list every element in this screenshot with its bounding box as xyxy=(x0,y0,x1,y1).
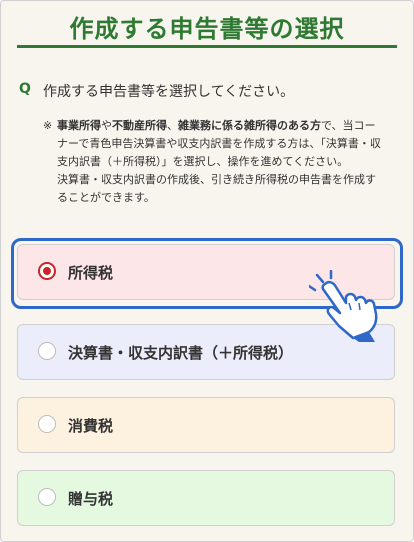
note-bold-misc-income: 雑業務に係る雑所得のある方 xyxy=(178,119,321,132)
radio-financial-statement[interactable] xyxy=(38,342,56,360)
dialog-panel: 作成する申告書等の選択 Q 作成する申告書等を選択してください。 ※ 事業所得や… xyxy=(0,0,414,542)
option-label: 消費税 xyxy=(68,417,114,435)
radio-gift-tax[interactable] xyxy=(38,488,56,506)
note-paragraph-2: 決算書・収支内訳書の作成後、引き続き所得税の申告書を作成することができます。 xyxy=(57,173,376,204)
title-divider xyxy=(17,45,397,48)
note-body: 事業所得や不動産所得、雑業務に係る雑所得のある方で、当コーナーで青色申告決算書や… xyxy=(57,117,383,207)
note-bold-real-estate-income: 不動産所得 xyxy=(112,119,167,132)
hand-pointer-icon xyxy=(307,269,391,346)
option-consumption-tax[interactable]: 消費税 xyxy=(17,397,395,453)
radio-consumption-tax[interactable] xyxy=(38,415,56,433)
option-label: 決算書・収支内訳書（＋所得税） xyxy=(68,344,294,362)
note-paragraph-1: 事業所得や不動産所得、雑業務に係る雑所得のある方で、当コーナーで青色申告決算書や… xyxy=(57,117,383,171)
page-title: 作成する申告書等の選択 xyxy=(69,15,345,43)
option-label: 贈与税 xyxy=(68,490,114,508)
note-mark: ※ xyxy=(43,119,53,132)
option-gift-tax[interactable]: 贈与税 xyxy=(17,470,395,526)
note-block: ※ 事業所得や不動産所得、雑業務に係る雑所得のある方で、当コーナーで青色申告決算… xyxy=(43,117,383,207)
note-text: 、 xyxy=(167,119,178,132)
note-bold-business-income: 事業所得 xyxy=(57,119,101,132)
question-text: 作成する申告書等を選択してください。 xyxy=(43,84,295,100)
note-text: や xyxy=(101,119,112,132)
question-label: Q xyxy=(19,81,31,97)
